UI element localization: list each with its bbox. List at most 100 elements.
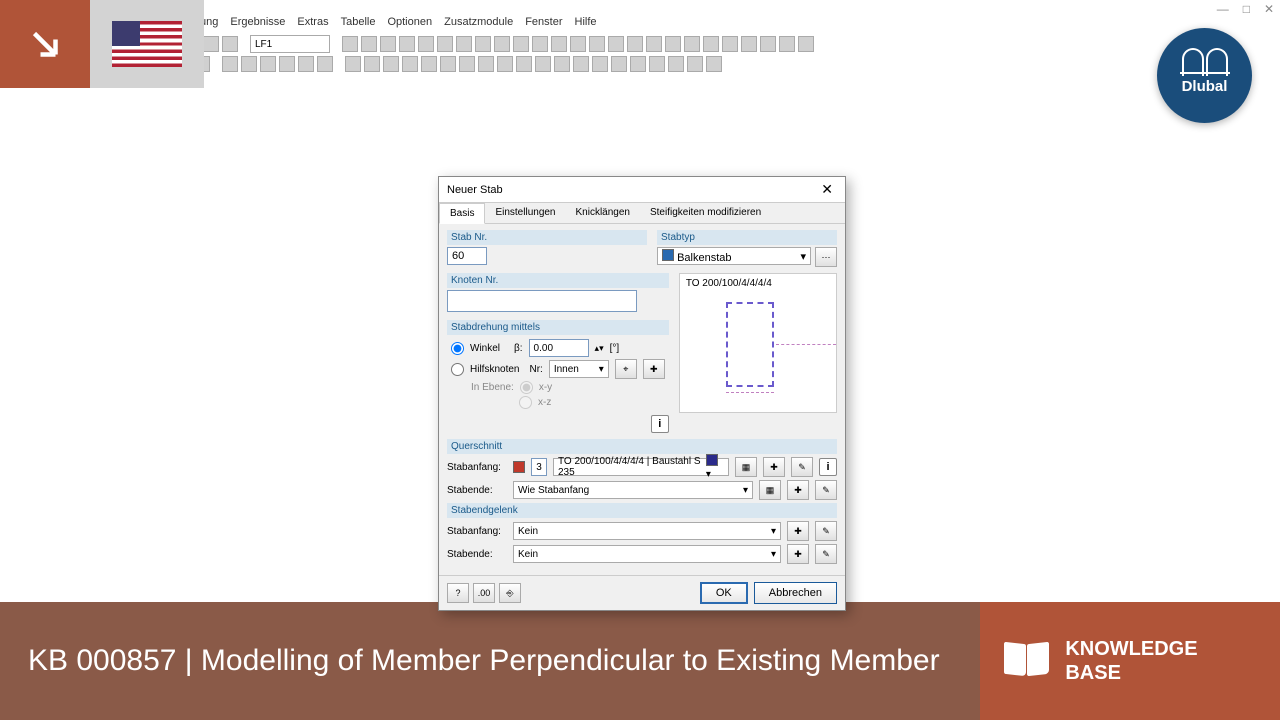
menu-item[interactable]: Tabelle <box>341 16 376 28</box>
knoten-input[interactable] <box>447 290 637 312</box>
details-button[interactable]: ⎆ <box>499 583 521 603</box>
dialog-titlebar[interactable]: Neuer Stab ✕ <box>439 177 845 203</box>
toolbar-icon[interactable] <box>361 36 377 52</box>
toolbar-icon[interactable] <box>592 56 608 72</box>
toolbar-icon[interactable] <box>222 56 238 72</box>
menu-item[interactable]: Zusatzmodule <box>444 16 513 28</box>
gelenk-new-button-2[interactable]: ✚ <box>787 544 809 564</box>
tab-steifigkeiten[interactable]: Steifigkeiten modifizieren <box>640 203 771 223</box>
toolbar-icon[interactable] <box>222 36 238 52</box>
qs-stabende-select[interactable]: Wie Stabanfang▾ <box>513 481 753 499</box>
load-case-selector[interactable]: LF1 <box>250 35 330 53</box>
toolbar-icon[interactable] <box>779 36 795 52</box>
toolbar-icon[interactable] <box>475 36 491 52</box>
toolbar-icon[interactable] <box>554 56 570 72</box>
toolbar-icon[interactable] <box>608 36 624 52</box>
gelenk-edit-button[interactable]: ✎ <box>815 521 837 541</box>
toolbar-icon[interactable] <box>532 36 548 52</box>
toolbar-icon[interactable] <box>380 36 396 52</box>
toolbar-icon[interactable] <box>260 56 276 72</box>
toolbar-icon[interactable] <box>345 56 361 72</box>
toolbar-icon[interactable] <box>364 56 380 72</box>
toolbar-icon[interactable] <box>494 36 510 52</box>
toolbar-icon[interactable] <box>456 36 472 52</box>
toolbar-icon[interactable] <box>459 56 475 72</box>
toolbar-icon[interactable] <box>630 56 646 72</box>
info-icon[interactable]: i <box>651 415 669 433</box>
toolbar-icon[interactable] <box>342 36 358 52</box>
toolbar-icon[interactable] <box>706 56 722 72</box>
menu-item[interactable]: Ergebnisse <box>230 16 285 28</box>
toolbar-icon[interactable] <box>478 56 494 72</box>
menu-item[interactable]: Hilfe <box>575 16 597 28</box>
toolbar-icon[interactable] <box>627 36 643 52</box>
toolbar-icon[interactable] <box>516 56 532 72</box>
toolbar-icon[interactable] <box>421 56 437 72</box>
toolbar-icon[interactable] <box>203 36 219 52</box>
toolbar-icon[interactable] <box>589 36 605 52</box>
gelenk-ende-select[interactable]: Kein▾ <box>513 545 781 563</box>
toolbar-icon[interactable] <box>513 36 529 52</box>
toolbar-icon[interactable] <box>241 56 257 72</box>
units-button[interactable]: .00 <box>473 583 495 603</box>
toolbar-icon[interactable] <box>279 56 295 72</box>
toolbar-icon[interactable] <box>440 56 456 72</box>
toolbar-icon[interactable] <box>649 56 665 72</box>
pick-node-button[interactable]: ⌖ <box>615 359 637 379</box>
section-lib-button[interactable]: ▦ <box>735 457 757 477</box>
section-edit-button[interactable]: ✎ <box>791 457 813 477</box>
dialog-close-button[interactable]: ✕ <box>817 181 837 198</box>
cancel-button[interactable]: Abbrechen <box>754 582 837 604</box>
toolbar-icon[interactable] <box>437 36 453 52</box>
toolbar-icon[interactable] <box>418 36 434 52</box>
qs-stabanfang-section-select[interactable]: TO 200/100/4/4/4/4 | Baustahl S 235 ▾ <box>553 458 729 476</box>
toolbar-icon[interactable] <box>551 36 567 52</box>
toolbar-icon[interactable] <box>383 56 399 72</box>
toolbar-icon[interactable] <box>535 56 551 72</box>
toolbar-icon[interactable] <box>399 36 415 52</box>
toolbar-icon[interactable] <box>646 36 662 52</box>
section-info-icon[interactable]: i <box>819 458 837 476</box>
toolbar-icon[interactable] <box>722 36 738 52</box>
menu-item[interactable]: Fenster <box>525 16 562 28</box>
section-new-button[interactable]: ✚ <box>763 457 785 477</box>
gelenk-anfang-select[interactable]: Kein▾ <box>513 522 781 540</box>
toolbar-icon[interactable] <box>687 56 703 72</box>
toolbar-icon[interactable] <box>668 56 684 72</box>
toolbar-icon[interactable] <box>798 36 814 52</box>
toolbar-icon[interactable] <box>665 36 681 52</box>
gelenk-edit-button-2[interactable]: ✎ <box>815 544 837 564</box>
section-new-button-2[interactable]: ✚ <box>787 480 809 500</box>
gelenk-new-button[interactable]: ✚ <box>787 521 809 541</box>
help-button[interactable]: ? <box>447 583 469 603</box>
tab-knicklaengen[interactable]: Knicklängen <box>566 203 640 223</box>
rotation-hilfsknoten-radio[interactable] <box>451 363 464 376</box>
close-icon[interactable]: ✕ <box>1264 2 1274 16</box>
minimize-icon[interactable]: — <box>1217 2 1229 16</box>
structural-model-canvas[interactable] <box>0 80 300 230</box>
toolbar-icon[interactable] <box>684 36 700 52</box>
toolbar-icon[interactable] <box>611 56 627 72</box>
tab-einstellungen[interactable]: Einstellungen <box>485 203 565 223</box>
maximize-icon[interactable]: □ <box>1243 2 1250 16</box>
toolbar-icon[interactable] <box>497 56 513 72</box>
toolbar-icon[interactable] <box>298 56 314 72</box>
new-node-button[interactable]: ✚ <box>643 359 665 379</box>
section-edit-button-2[interactable]: ✎ <box>815 480 837 500</box>
toolbar-icon[interactable] <box>741 36 757 52</box>
toolbar-icon[interactable] <box>573 56 589 72</box>
toolbar-icon[interactable] <box>402 56 418 72</box>
menu-item[interactable]: Extras <box>297 16 328 28</box>
stabtyp-pick-button[interactable]: ⋯ <box>815 247 837 267</box>
section-lib-button-2[interactable]: ▦ <box>759 480 781 500</box>
rotation-angle-input[interactable]: 0.00 <box>529 339 589 357</box>
toolbar-icon[interactable] <box>317 56 333 72</box>
rotation-winkel-radio[interactable] <box>451 342 464 355</box>
toolbar-icon[interactable] <box>703 36 719 52</box>
toolbar-icon[interactable] <box>570 36 586 52</box>
rotation-innen-select[interactable]: Innen▾ <box>549 360 609 378</box>
tab-basis[interactable]: Basis <box>439 203 485 224</box>
ok-button[interactable]: OK <box>700 582 748 604</box>
stab-nr-input[interactable]: 60 <box>447 247 487 265</box>
toolbar-icon[interactable] <box>760 36 776 52</box>
